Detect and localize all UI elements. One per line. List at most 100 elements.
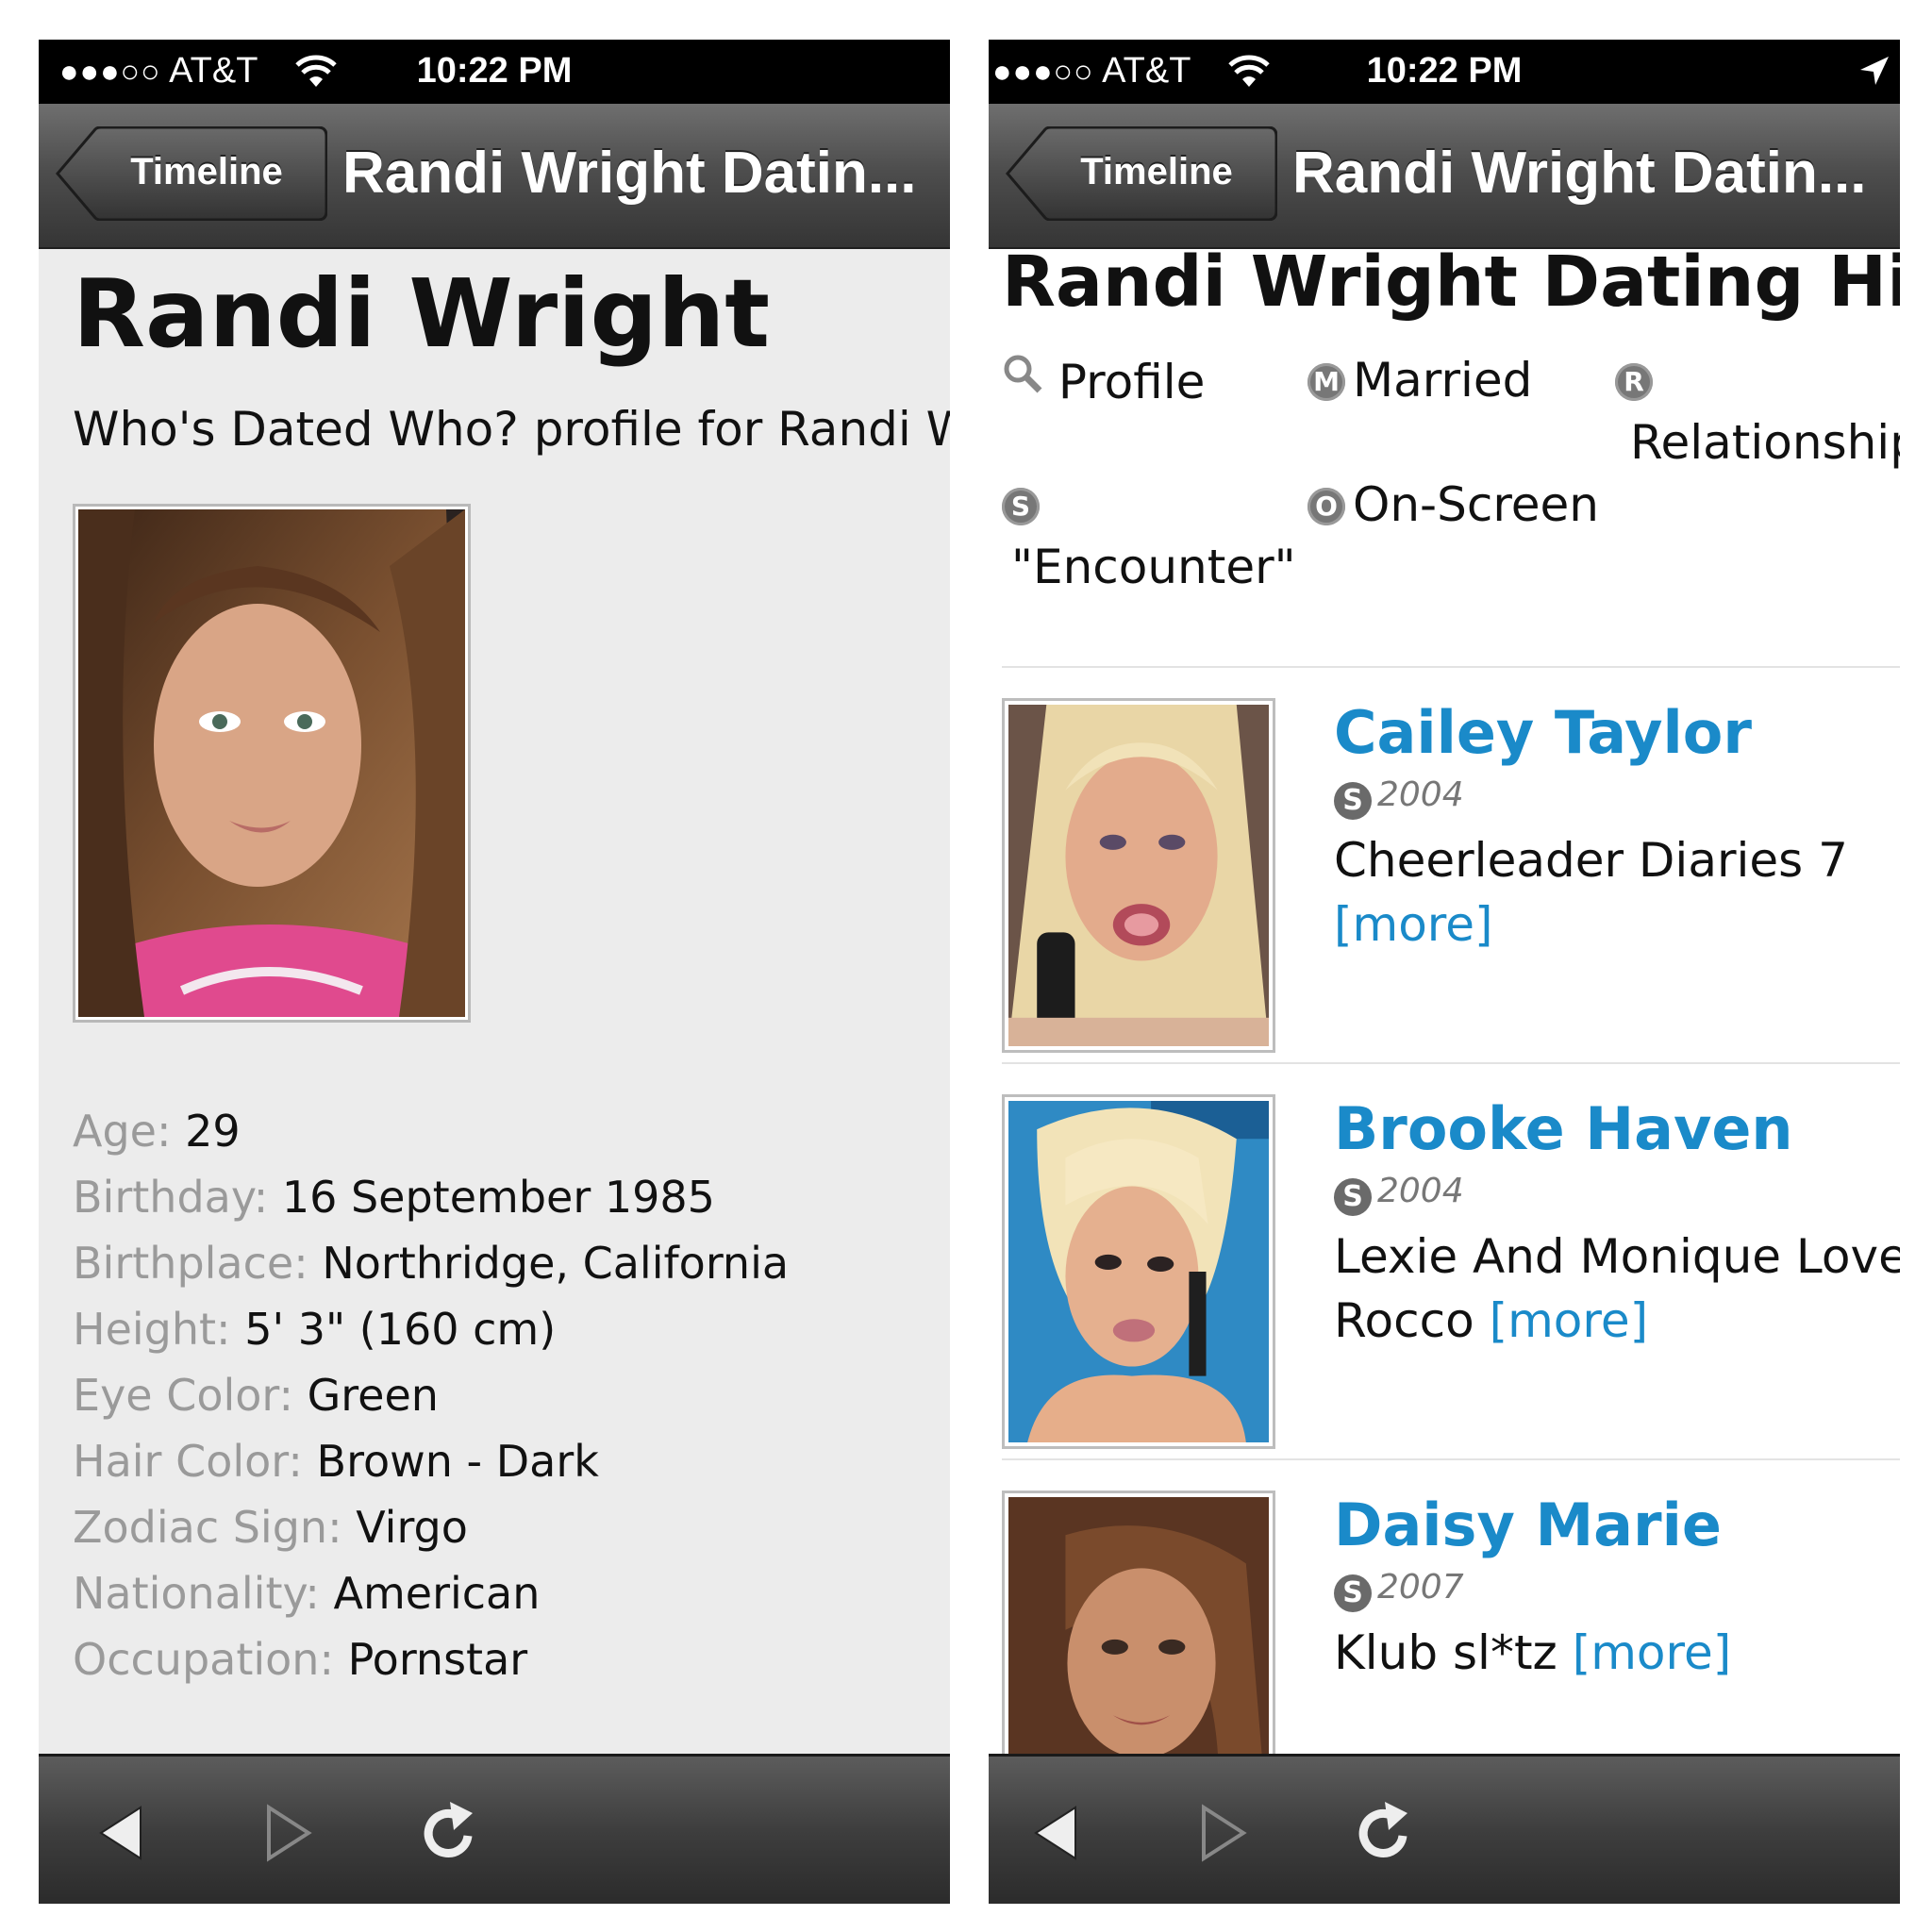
film-title: Cheerleader Diaries 7 [1334, 833, 1848, 888]
fact-label: Birthplace: [73, 1238, 308, 1289]
list-item[interactable]: Cailey Taylor S 2004 Cheerleader Diaries … [1002, 698, 1900, 1057]
reload-icon[interactable] [416, 1800, 482, 1866]
married-icon: M [1307, 363, 1345, 401]
relationship-icon: R [1615, 363, 1653, 401]
browser-toolbar [39, 1754, 950, 1904]
entry-year: 2004 [1377, 775, 1464, 814]
fact-birthplace: Birthplace: Northridge, California [73, 1230, 789, 1296]
film-title: Klub sl*tz [1334, 1625, 1557, 1680]
status-time: 10:22 PM [416, 51, 573, 91]
back-button-timeline[interactable]: Timeline [56, 126, 327, 221]
fact-birthday: Birthday: 16 September 1985 [73, 1164, 789, 1230]
back-button-timeline[interactable]: Timeline [1006, 126, 1277, 221]
encounter-icon: S [1334, 782, 1372, 820]
fact-label: Occupation: [73, 1634, 334, 1685]
more-link[interactable]: [more] [1490, 1293, 1649, 1348]
onscreen-icon: O [1307, 488, 1345, 525]
fact-value: Pornstar [347, 1634, 528, 1685]
fact-value: American [333, 1568, 541, 1619]
entry-year: 2004 [1377, 1172, 1464, 1210]
reload-icon[interactable] [1351, 1800, 1417, 1866]
encounter-icon: S [1334, 1178, 1372, 1216]
divider [1002, 666, 1900, 668]
status-time: 10:22 PM [1366, 51, 1523, 91]
fact-label: Age: [73, 1106, 172, 1157]
fact-occupation: Occupation: Pornstar [73, 1626, 789, 1692]
fact-label: Zodiac Sign: [73, 1502, 342, 1553]
legend-relationship: Relationship [1630, 415, 1900, 470]
fact-label: Birthday: [73, 1172, 269, 1223]
forward-arrow-icon[interactable] [1189, 1800, 1255, 1866]
navigation-bar: Timeline Randi Wright Datin... [39, 104, 950, 249]
nav-title: Randi Wright Datin... [1292, 141, 1867, 206]
fact-value: Northridge, California [322, 1238, 790, 1289]
back-arrow-icon[interactable] [92, 1800, 158, 1866]
fact-nationality: Nationality: American [73, 1560, 789, 1626]
legend-relationship-icon-wrap: R [1615, 353, 1660, 408]
navigation-bar: Timeline Randi Wright Datin... [989, 104, 1900, 249]
legend-label: Profile [1058, 355, 1206, 409]
profile-name: Randi Wright [73, 258, 771, 369]
fact-height: Height: 5' 3" (160 cm) [73, 1296, 789, 1362]
partner-name-link[interactable]: Brooke Haven [1334, 1094, 1793, 1163]
profile-description: Who's Dated Who? profile for Randi Wrigh… [73, 402, 950, 457]
fact-value: Brown - Dark [316, 1436, 599, 1487]
fact-value: Green [307, 1370, 439, 1421]
legend-encounter-icon-wrap: S [1002, 477, 1047, 532]
partner-name-link[interactable]: Cailey Taylor [1334, 698, 1752, 767]
fact-label: Hair Color: [73, 1436, 303, 1487]
fact-value: 16 September 1985 [281, 1172, 715, 1223]
location-arrow-icon [1858, 55, 1890, 96]
profile-photo[interactable] [73, 500, 471, 1023]
fact-value: 5' 3" (160 cm) [244, 1304, 557, 1355]
encounter-icon: S [1002, 488, 1040, 525]
entry-meta: S 2004 [1334, 1172, 1464, 1216]
entry-film: Cheerleader Diaries 7 [more] [1334, 828, 1900, 957]
page-title: Randi Wright Dating History [1002, 249, 1900, 323]
legend-label: Married [1353, 353, 1533, 408]
list-item[interactable]: Daisy Marie S 2007 Klub sl*tz [more] [1002, 1491, 1900, 1757]
legend-married: M Married [1307, 353, 1532, 408]
fact-hair-color: Hair Color: Brown - Dark [73, 1428, 789, 1494]
fact-value: Virgo [356, 1502, 468, 1553]
phone-screen-left: ●●●○○ AT&T 10:22 PM Timeline Randi Wrigh… [39, 40, 950, 1904]
back-button-label: Timeline [130, 151, 283, 192]
entry-meta: S 2007 [1334, 1568, 1464, 1612]
partner-name-link[interactable]: Daisy Marie [1334, 1491, 1722, 1559]
fact-value: 29 [185, 1106, 241, 1157]
fact-label: Eye Color: [73, 1370, 293, 1421]
profile-facts: Age: 29 Birthday: 16 September 1985 Birt… [73, 1098, 789, 1692]
divider [1002, 1062, 1900, 1064]
partner-photo[interactable] [1002, 1491, 1275, 1757]
fact-label: Height: [73, 1304, 231, 1355]
partner-photo[interactable] [1002, 698, 1275, 1053]
fact-label: Nationality: [73, 1568, 320, 1619]
legend-label: On-Screen [1353, 477, 1599, 532]
fact-zodiac: Zodiac Sign: Virgo [73, 1494, 789, 1560]
back-button-label: Timeline [1080, 151, 1233, 192]
status-bar: ●●●○○ AT&T 10:22 PM [989, 40, 1900, 104]
entry-film: Lexie And Monique Love Rocco [more] [1334, 1224, 1900, 1353]
more-link[interactable]: [more] [1573, 1625, 1732, 1680]
list-item[interactable]: Brooke Haven S 2004 Lexie And Monique Lov… [1002, 1094, 1900, 1453]
entry-film: Klub sl*tz [more] [1334, 1621, 1900, 1685]
partner-photo[interactable] [1002, 1094, 1275, 1449]
dating-history-content: Randi Wright Dating History Profile MMar… [989, 249, 1900, 1757]
entry-year: 2007 [1377, 1568, 1464, 1607]
divider [1002, 1458, 1900, 1460]
back-arrow-icon[interactable] [1026, 1800, 1092, 1866]
status-bar: ●●●○○ AT&T 10:22 PM [39, 40, 950, 104]
nav-title: Randi Wright Datin... [342, 141, 917, 206]
browser-toolbar [989, 1754, 1900, 1904]
entry-meta: S 2004 [1334, 775, 1464, 820]
encounter-icon: S [1334, 1574, 1372, 1612]
profile-content: Randi Wright Who's Dated Who? profile fo… [39, 249, 950, 1757]
magnifier-icon [1002, 355, 1058, 409]
legend-onscreen: O On-Screen [1307, 477, 1599, 532]
phone-screen-right: ●●●○○ AT&T 10:22 PM Timeline Randi Wrigh… [989, 40, 1900, 1904]
legend-encounter: "Encounter" [1011, 540, 1296, 594]
fact-age: Age: 29 [73, 1098, 789, 1164]
more-link[interactable]: [more] [1334, 897, 1493, 952]
legend-profile: Profile [1002, 353, 1205, 409]
forward-arrow-icon[interactable] [254, 1800, 320, 1866]
